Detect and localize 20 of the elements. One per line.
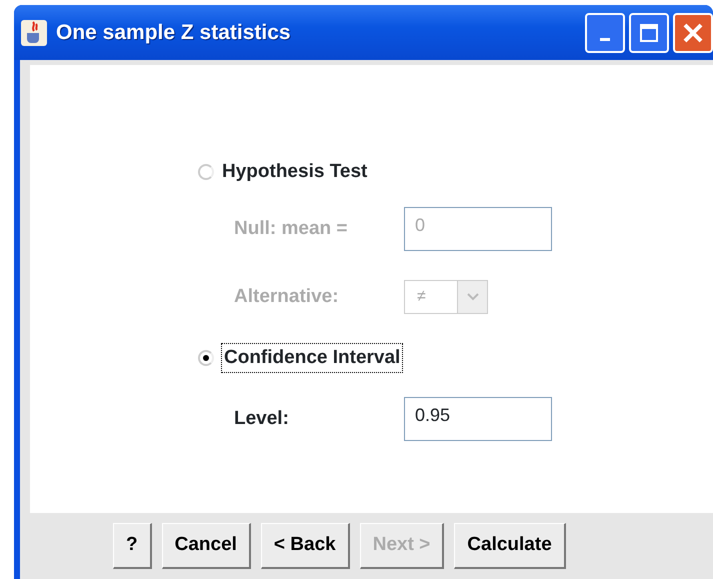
minimize-icon (600, 38, 610, 41)
close-button[interactable] (673, 12, 713, 52)
field-label: Null: mean = (234, 216, 348, 241)
maximize-button[interactable] (629, 12, 669, 52)
dialog-button[interactable]: Calculate (454, 523, 566, 569)
radio-label: Confidence Interval (222, 344, 402, 372)
radio-label: Hypothesis Test (222, 160, 368, 184)
java-cup-icon (20, 18, 48, 46)
help-button[interactable]: ? (113, 523, 152, 569)
dialog-button[interactable]: Cancel (162, 523, 251, 569)
field-label: Alternative: (234, 284, 340, 309)
field-label: Level: (234, 406, 290, 431)
radio-button[interactable] (198, 350, 214, 366)
maximize-icon (639, 22, 659, 42)
input-field[interactable]: 0.95 (404, 397, 552, 441)
dialog-button[interactable]: < Back (260, 523, 350, 569)
minimize-button[interactable] (585, 12, 625, 52)
close-icon (682, 22, 704, 44)
chevron-down-icon (466, 292, 480, 302)
window-title: One sample Z statistics (56, 20, 291, 46)
